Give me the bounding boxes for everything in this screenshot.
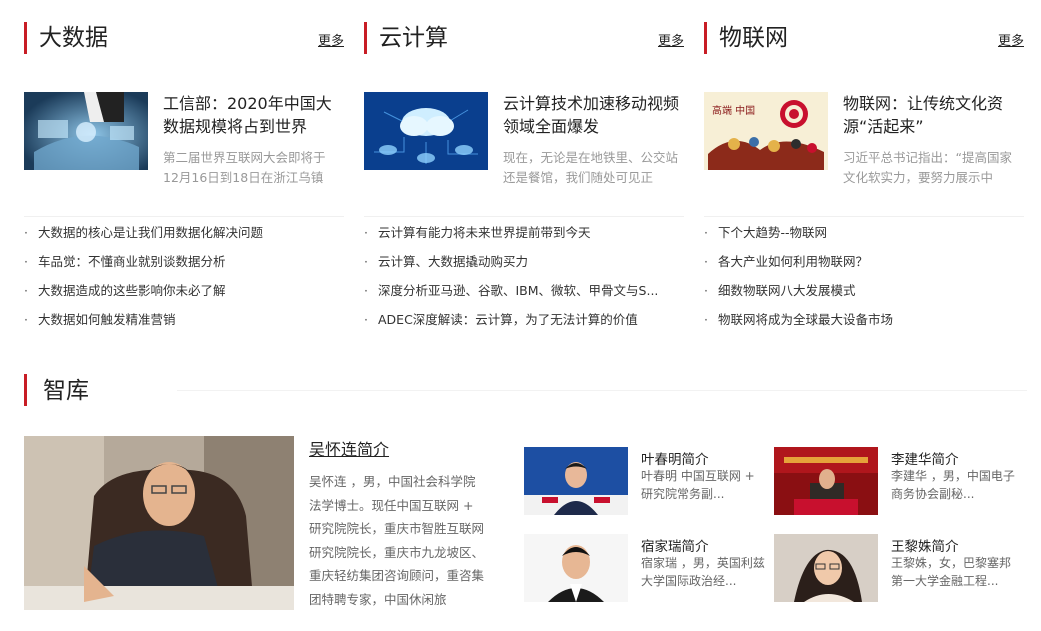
- list-item[interactable]: · 各大产业如何利用物联网？: [704, 251, 1024, 280]
- person-name[interactable]: 李建华简介: [891, 448, 959, 468]
- list-item[interactable]: · 云计算有能力将未来世界提前带到今天: [364, 222, 684, 251]
- section-title: 物联网: [719, 25, 788, 51]
- person-photo[interactable]: [524, 447, 628, 515]
- person-name[interactable]: 宿家瑞简介: [641, 535, 709, 555]
- featured-thumbnail[interactable]: [364, 92, 488, 170]
- featured-description: 第二届世界互联网大会即将于12月16日到18日在浙江乌镇: [163, 150, 326, 185]
- divider: [704, 216, 1024, 217]
- section-header: 大数据 更多: [24, 22, 344, 54]
- person-description: 王黎姝，女，巴黎塞邦第一大学金融工程...: [891, 556, 1012, 588]
- section-header: 物联网 更多: [704, 22, 1024, 54]
- section-cloud-computing: 云计算 更多 云计算技术加速移动视频领域全面爆发 现在，无论是在地铁里、公交站还…: [364, 0, 684, 327]
- article-list: · 大数据的核心是让我们用数据化解决问题 · 车品觉：不懂商业就别谈数据分析 · 大数…: [24, 222, 344, 338]
- section-header-think-tank: 智库: [24, 374, 1027, 406]
- person-description: 李建华 ，男，中国电子商务协会副秘...: [891, 469, 1015, 501]
- list-item[interactable]: · 大数据如何触发精准营销: [24, 309, 344, 338]
- featured-article: 高端 中国 物联网：让传统文化资源“活起来” 习近平总书记指出：“提高国家文化软…: [704, 92, 1024, 217]
- list-item[interactable]: · 深度分析亚马逊、谷歌、IBM、微软、甲骨文与S...: [364, 280, 684, 309]
- section-iot: 物联网 更多 高端 中国 物联网：让传统文化资源“活起来” 习近平总书记指出：“…: [704, 0, 1024, 327]
- list-item[interactable]: · 下个大趋势--物联网: [704, 222, 1024, 251]
- section-big-data: 大数据 更多 工信部：2020年中国大数据规模将占到世界 第二届世界互联网大会即…: [24, 0, 344, 327]
- article-list: · 下个大趋势--物联网 · 各大产业如何利用物联网？ · 细数物联网八大发展模式 ·…: [704, 222, 1024, 338]
- list-item[interactable]: · 大数据的核心是让我们用数据化解决问题: [24, 222, 344, 251]
- section-header: 云计算 更多: [364, 22, 684, 54]
- list-item[interactable]: · 物联网将成为全球最大设备市场: [704, 309, 1024, 338]
- person-card: 李建华简介 李建华 ，男，中国电子商务协会副秘...: [774, 447, 1024, 517]
- person-name[interactable]: 叶春明简介: [641, 448, 709, 468]
- list-item[interactable]: · 车品觉：不懂商业就别谈数据分析: [24, 251, 344, 280]
- section-title: 大数据: [39, 25, 108, 51]
- person-photo[interactable]: [524, 534, 628, 602]
- article-list: · 云计算有能力将未来世界提前带到今天 · 云计算、大数据撬动购买力 · 深度分析亚马…: [364, 222, 684, 338]
- list-item[interactable]: · ADEC深度解读：云计算，为了无法计算的价值: [364, 309, 684, 338]
- more-link[interactable]: 更多: [998, 30, 1024, 49]
- person-description: 叶春明 中国互联网 + 研究院常务副...: [641, 469, 755, 501]
- list-item[interactable]: · 大数据造成的这些影响你未必了解: [24, 280, 344, 309]
- featured-description: 习近平总书记指出：“提高国家文化软实力，要努力展示中: [843, 150, 1012, 185]
- divider: [364, 216, 684, 217]
- featured-title[interactable]: 工信部：2020年中国大数据规模将占到世界: [163, 92, 341, 138]
- more-link[interactable]: 更多: [658, 30, 684, 49]
- person-card: 宿家瑞简介 宿家瑞 ，男，英国利兹大学国际政治经...: [524, 534, 774, 604]
- featured-title[interactable]: 物联网：让传统文化资源“活起来”: [843, 92, 1021, 138]
- featured-person-description: 吴怀连 ，男，中国社会科学院法学博士。现任中国互联网 + 研究院院长，重庆市智胜…: [309, 474, 485, 607]
- list-item[interactable]: · 云计算、大数据撬动购买力: [364, 251, 684, 280]
- section-title: 智库: [43, 378, 89, 404]
- featured-person-photo[interactable]: [24, 436, 294, 610]
- section-title: 云计算: [379, 25, 448, 51]
- person-photo[interactable]: [774, 447, 878, 515]
- thumbnail-text: 高端 中国: [712, 104, 755, 117]
- divider: [177, 390, 1027, 391]
- more-link[interactable]: 更多: [318, 30, 344, 49]
- featured-person-name[interactable]: 吴怀连简介: [309, 436, 389, 460]
- divider: [24, 216, 344, 217]
- featured-thumbnail[interactable]: [24, 92, 148, 170]
- person-description: 宿家瑞 ，男，英国利兹大学国际政治经...: [641, 556, 765, 588]
- person-name[interactable]: 王黎姝简介: [891, 535, 959, 555]
- featured-article: 工信部：2020年中国大数据规模将占到世界 第二届世界互联网大会即将于12月16…: [24, 92, 344, 217]
- featured-title[interactable]: 云计算技术加速移动视频领域全面爆发: [503, 92, 681, 138]
- featured-description: 现在，无论是在地铁里、公交站还是餐馆，我们随处可见正: [503, 150, 679, 185]
- list-item[interactable]: · 细数物联网八大发展模式: [704, 280, 1024, 309]
- featured-thumbnail[interactable]: 高端 中国: [704, 92, 828, 170]
- person-card: 王黎姝简介 王黎姝，女，巴黎塞邦第一大学金融工程...: [774, 534, 1024, 604]
- person-photo[interactable]: [774, 534, 878, 602]
- person-card: 叶春明简介 叶春明 中国互联网 + 研究院常务副...: [524, 447, 774, 517]
- featured-article: 云计算技术加速移动视频领域全面爆发 现在，无论是在地铁里、公交站还是餐馆，我们随…: [364, 92, 684, 217]
